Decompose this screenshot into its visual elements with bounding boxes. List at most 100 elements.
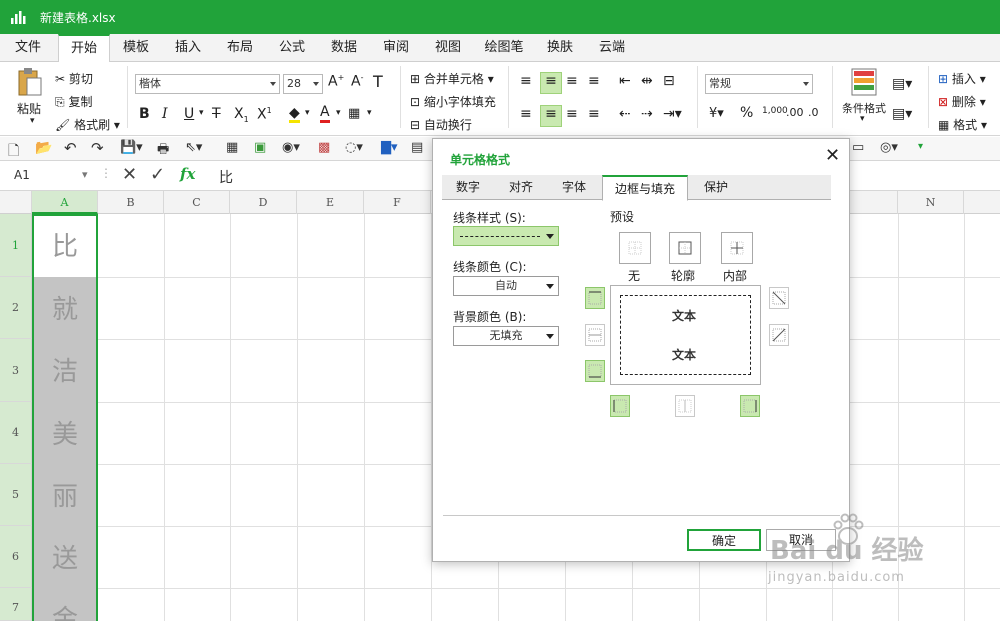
cell-a4[interactable]: 美 (33, 414, 97, 451)
increase-font-icon[interactable]: A+ (328, 73, 344, 90)
undo-icon[interactable]: ↶ (64, 139, 77, 157)
align-right-icon[interactable]: ≡ (566, 106, 578, 122)
column-header-e[interactable]: E (297, 191, 364, 214)
row-header-7[interactable]: 7 (0, 588, 32, 621)
border-bottom-button[interactable] (585, 360, 605, 382)
table-style-icon[interactable]: ▤▾ (892, 76, 912, 92)
cell-a2[interactable]: 就 (33, 289, 97, 326)
decrease-font-icon[interactable]: A- (351, 73, 363, 90)
chart-type-icon[interactable]: ▤ (411, 140, 423, 155)
image-icon[interactable]: ▣ (254, 140, 266, 155)
row-header-6[interactable]: 6 (0, 526, 32, 588)
menu-tab-review[interactable]: 审阅 (374, 34, 418, 62)
paste-icon[interactable] (17, 67, 43, 97)
border-diagonal-up-button[interactable] (769, 324, 789, 346)
row-header-4[interactable]: 4 (0, 402, 32, 464)
view-icon[interactable]: ◎▾ (880, 140, 898, 155)
menu-tab-view[interactable]: 视图 (426, 34, 470, 62)
redo-icon[interactable]: ↷ (91, 139, 104, 157)
comment-icon[interactable]: ▭ (852, 140, 864, 155)
paste-label[interactable]: 粘贴 (17, 100, 41, 117)
increase-indent-icon[interactable]: ⇢ (641, 106, 653, 122)
justify-icon[interactable]: ≡ (588, 73, 600, 89)
wrap-text-button[interactable]: ⊟ 自动换行 (410, 116, 472, 133)
chart-icon[interactable]: ▇▾ (381, 140, 398, 155)
tab-protection[interactable]: 保护 (693, 175, 739, 200)
border-top-button[interactable] (585, 287, 605, 309)
shape-icon[interactable]: ◌▾ (345, 140, 363, 155)
column-header-f[interactable]: F (364, 191, 431, 214)
menu-tab-file[interactable]: 文件 (6, 34, 50, 62)
format-button[interactable]: ▦ 格式 ▾ (938, 116, 987, 133)
cell-a5[interactable]: 丽 (33, 476, 97, 513)
paste-dropdown-icon[interactable]: ▾ (30, 116, 35, 126)
border-icon[interactable]: ▦ (348, 106, 360, 121)
align-top-icon[interactable]: ≡ (520, 73, 532, 89)
print-icon[interactable]: 🖶 (157, 140, 169, 162)
column-header-a[interactable]: A (32, 191, 98, 214)
thousands-icon[interactable]: 1,000 (762, 106, 788, 116)
conditional-format-icon[interactable] (851, 68, 877, 96)
insert-button[interactable]: ⊞ 插入 ▾ (938, 70, 986, 87)
font-size-select[interactable]: 28 (283, 74, 323, 94)
menu-tab-formula[interactable]: 公式 (270, 34, 314, 62)
save-icon[interactable]: 💾▾ (120, 140, 143, 155)
cell-a1[interactable]: 比 (33, 226, 97, 263)
chevron-down-icon[interactable]: ▾ (336, 108, 341, 118)
border-preview[interactable]: 文本 文本 (610, 285, 761, 385)
cell-reference[interactable]: A1 (14, 168, 30, 182)
chevron-down-icon[interactable]: ▾ (305, 108, 310, 118)
close-icon[interactable]: ✕ (825, 145, 840, 166)
column-header-n[interactable]: N (898, 191, 964, 214)
column-header-c[interactable]: C (164, 191, 230, 214)
tab-font[interactable]: 字体 (551, 175, 597, 200)
fill-color-icon[interactable]: ◆ (289, 106, 300, 123)
menu-tab-insert[interactable]: 插入 (166, 34, 210, 62)
line-style-select[interactable] (453, 226, 559, 246)
copy-button[interactable]: ⎘ 复制 (55, 93, 92, 110)
preset-outline-button[interactable] (669, 232, 701, 264)
menu-tab-draw[interactable]: 绘图笔 (478, 34, 530, 62)
border-right-button[interactable] (740, 395, 760, 417)
cell-style-icon[interactable]: ▤▾ (892, 106, 912, 122)
clear-format-icon[interactable]: T (373, 72, 383, 91)
font-color-icon[interactable]: A (320, 105, 330, 123)
border-center-button[interactable] (675, 395, 695, 417)
tab-border-fill[interactable]: 边框与填充 (602, 175, 688, 201)
fx-button[interactable]: fx (180, 165, 195, 183)
cell-a7[interactable]: 金 (33, 599, 97, 621)
align-bottom-icon[interactable]: ≡ (566, 73, 578, 89)
column-header-d[interactable]: D (230, 191, 297, 214)
border-middle-button[interactable] (585, 324, 605, 346)
background-color-select[interactable]: 无填充 (453, 326, 559, 346)
row-header-2[interactable]: 2 (0, 277, 32, 339)
menu-tab-home[interactable]: 开始 (58, 34, 110, 63)
strikethrough-icon[interactable]: T (212, 106, 221, 122)
align-center-icon[interactable]: ≡ (540, 105, 562, 127)
align-middle-icon[interactable]: ≡ (540, 72, 562, 94)
select-all-corner[interactable] (0, 191, 32, 214)
format-painter-button[interactable]: 🖌 格式刷 ▾ (55, 116, 120, 133)
text-direction-icon[interactable]: ⇥▾ (663, 106, 682, 122)
decrease-decimal-icon[interactable]: .0 (808, 106, 819, 119)
align-left-icon[interactable]: ≡ (520, 106, 532, 122)
menu-tab-cloud[interactable]: 云端 (590, 34, 634, 62)
border-left-button[interactable] (610, 395, 630, 417)
preset-inside-button[interactable] (721, 232, 753, 264)
italic-icon[interactable]: I (162, 106, 168, 122)
row-header-1[interactable]: 1 (0, 214, 32, 277)
column-header-b[interactable]: B (98, 191, 164, 214)
subscript-icon[interactable]: X1 (234, 106, 249, 124)
font-name-select[interactable]: 楷体 (135, 74, 280, 94)
chevron-down-icon[interactable]: ▾ (367, 108, 372, 118)
align-justify-icon[interactable]: ≡ (588, 106, 600, 122)
menu-tab-template[interactable]: 模板 (114, 34, 158, 62)
delete-button[interactable]: ⊠ 删除 ▾ (938, 93, 986, 110)
chevron-down-icon[interactable]: ▾ (860, 114, 865, 124)
shrink-to-fit-button[interactable]: ⊡ 缩小字体填充 (410, 93, 496, 110)
decrease-indent-icon[interactable]: ⇠ (619, 106, 631, 122)
menu-tab-skin[interactable]: 换肤 (538, 34, 582, 62)
column-header-o[interactable] (964, 191, 1000, 214)
indent-icon[interactable]: ⇤ (619, 73, 631, 89)
currency-icon[interactable]: ¥▾ (709, 106, 724, 121)
